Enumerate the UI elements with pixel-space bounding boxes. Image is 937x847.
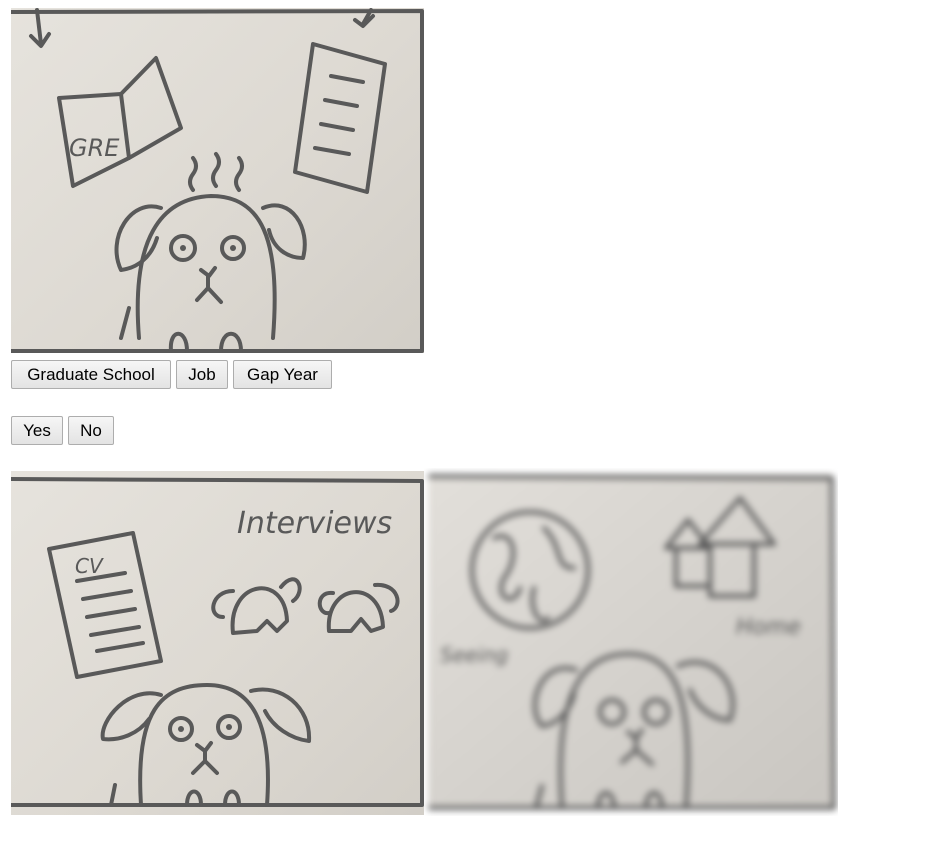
paper-icon <box>293 42 387 194</box>
seeing-label: Seeing <box>440 643 508 667</box>
job-button[interactable]: Job <box>176 360 228 389</box>
cv-label: CV <box>75 554 104 578</box>
dog-tail <box>119 306 131 340</box>
gap-year-sketch-image: Home Seeing <box>424 468 838 816</box>
dog-body <box>135 194 277 340</box>
gap-year-button[interactable]: Gap Year <box>233 360 332 389</box>
cv-lines <box>75 571 145 653</box>
dog-paws <box>109 783 241 807</box>
book-page <box>119 56 183 160</box>
interviews-label: Interviews <box>237 506 392 541</box>
interviewer-dog-left <box>211 577 302 635</box>
steam-icon <box>188 152 244 192</box>
dog-ear-left <box>114 204 163 272</box>
no-button[interactable]: No <box>68 416 114 445</box>
job-sketch-image: CV Interviews <box>11 471 424 815</box>
cv-paper-icon <box>47 531 163 679</box>
gre-sketch-drawing: GRE <box>11 8 424 353</box>
dog-mouth <box>195 266 223 304</box>
yes-button[interactable]: Yes <box>11 416 63 445</box>
paper-lines <box>313 74 365 156</box>
dog-paws <box>168 331 243 353</box>
gap-year-sketch-drawing: Home Seeing <box>428 474 836 810</box>
interviewer-dog-right <box>317 582 400 633</box>
gre-sketch-image: GRE <box>11 8 424 353</box>
gre-label: GRE <box>69 134 120 162</box>
job-sketch-drawing: CV Interviews <box>11 477 424 807</box>
dog-mouth <box>191 741 219 775</box>
arrow-down-icon <box>29 8 51 48</box>
dog-body <box>138 683 270 807</box>
home-label: Home <box>736 615 801 640</box>
graduate-school-button[interactable]: Graduate School <box>11 360 171 389</box>
dog-ear-right <box>249 687 312 743</box>
